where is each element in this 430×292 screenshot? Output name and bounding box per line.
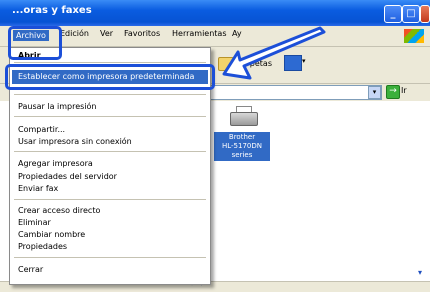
printer-icon[interactable] (230, 106, 258, 128)
window-title: ...oras y faxes (12, 5, 92, 16)
menu-separator (14, 151, 206, 152)
menu-edicion[interactable]: Edición (60, 29, 89, 38)
menu-item-offline[interactable]: Usar impresora sin conexión (18, 137, 132, 146)
menu-separator (14, 257, 206, 258)
menu-separator (14, 62, 206, 63)
address-input[interactable] (210, 85, 382, 100)
address-dropdown-icon[interactable]: ▾ (368, 86, 381, 99)
menu-item-properties[interactable]: Propiedades (18, 242, 67, 251)
printer-label-line-3: series (231, 151, 253, 159)
printer-label-line-1: Brother (228, 133, 256, 141)
menu-item-pause[interactable]: Pausar la impresión (18, 102, 97, 111)
title-bar: ...oras y faxes _ □ (0, 0, 430, 26)
menu-item-shortcut[interactable]: Crear acceso directo (18, 206, 100, 215)
go-label[interactable]: Ir (401, 86, 407, 95)
close-button[interactable] (420, 5, 430, 23)
menu-separator (14, 94, 206, 95)
minimize-button[interactable]: _ (384, 5, 402, 23)
printer-label-line-2: HL-5170DN (221, 142, 262, 150)
menu-item-close[interactable]: Cerrar (18, 265, 43, 274)
menu-separator (14, 116, 206, 117)
scroll-down-icon[interactable]: ▾ (418, 268, 428, 278)
set-default-callout (5, 64, 215, 90)
pointer-arrow-icon (222, 26, 326, 80)
archivo-callout (8, 26, 62, 60)
menu-item-add-printer[interactable]: Agregar impresora (18, 159, 93, 168)
go-arrow-icon[interactable]: → (386, 85, 400, 99)
menu-item-share[interactable]: Compartir... (18, 125, 65, 134)
menu-item-server-properties[interactable]: Propiedades del servidor (18, 172, 117, 181)
menu-ver[interactable]: Ver (100, 29, 113, 38)
menu-item-rename[interactable]: Cambiar nombre (18, 230, 85, 239)
printer-label[interactable]: Brother HL-5170DN series (214, 132, 270, 161)
menu-item-delete[interactable]: Eliminar (18, 218, 51, 227)
menu-separator (14, 199, 206, 200)
maximize-button[interactable]: □ (402, 5, 420, 23)
menu-item-send-fax[interactable]: Enviar fax (18, 184, 58, 193)
windows-logo-icon (404, 29, 424, 43)
menu-favoritos[interactable]: Favoritos (124, 29, 160, 38)
